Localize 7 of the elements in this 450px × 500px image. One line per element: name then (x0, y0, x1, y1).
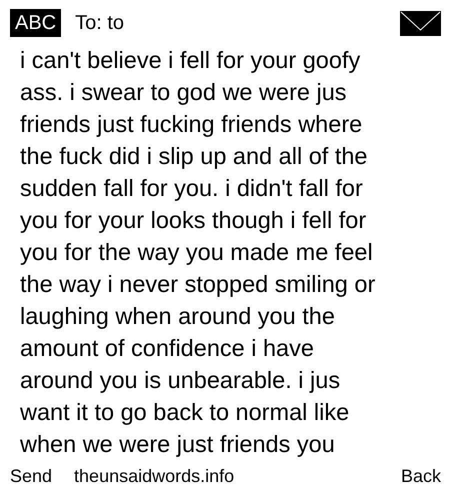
envelope-icon (400, 10, 441, 36)
send-softkey[interactable]: Send (10, 466, 52, 486)
website-label: theunsaidwords.info (74, 466, 234, 486)
message-text: i can't believe i fell for your goofy ass. i swear to god we were jus friends just fucking friends where the fuck did i slip up and all of the sudden fall for you. i didn't fall for you for your looks though i fell for you for the way you made me feel the way i never stopped smiling or laughing when around you the amount of confidence i have around you is unbearable. i jus want it to go back to normal like when we were just friends you (20, 46, 376, 459)
input-mode-badge: ABC (10, 9, 62, 37)
recipient-label: To: to (75, 12, 126, 34)
back-softkey[interactable]: Back (400, 466, 441, 486)
